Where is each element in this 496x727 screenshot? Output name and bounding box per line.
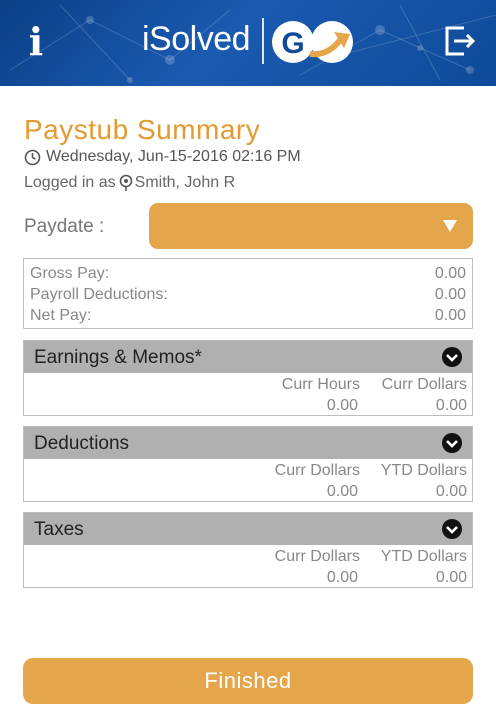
svg-text:G: G xyxy=(281,27,304,60)
earnings-section-header[interactable]: Earnings & Memos* xyxy=(24,341,472,373)
paydate-dropdown[interactable] xyxy=(149,203,473,249)
logo-text: iSolved xyxy=(142,20,251,58)
deductions-title: Deductions xyxy=(34,433,130,454)
user-name: Smith, John R xyxy=(134,174,236,191)
net-pay-row: Net Pay: 0.00 xyxy=(30,307,466,327)
deductions-col1-header: Curr Dollars xyxy=(274,462,360,479)
payroll-deductions-row: Payroll Deductions: 0.00 xyxy=(30,286,466,306)
deductions-col2-value: 0.00 xyxy=(435,483,467,500)
taxes-section: Taxes Curr Dollars YTD Dollars 0.00 0.00 xyxy=(23,512,473,588)
datetime-row: Wednesday, Jun-15-2016 02:16 PM xyxy=(24,148,301,166)
earnings-col2-value: 0.00 xyxy=(435,397,467,414)
gross-pay-label: Gross Pay: xyxy=(30,265,110,282)
chevron-down-icon[interactable] xyxy=(442,347,462,367)
taxes-col1-header: Curr Dollars xyxy=(274,548,360,565)
earnings-col2-header: Curr Dollars xyxy=(381,376,467,393)
pay-summary-box: Gross Pay: 0.00 Payroll Deductions: 0.00… xyxy=(23,258,473,329)
taxes-title: Taxes xyxy=(34,519,84,540)
taxes-col2-value: 0.00 xyxy=(435,569,467,586)
chevron-down-icon[interactable] xyxy=(442,433,462,453)
deductions-section-header[interactable]: Deductions xyxy=(24,427,472,459)
net-pay-label: Net Pay: xyxy=(30,307,92,324)
page-title: Paystub Summary xyxy=(24,114,261,145)
gross-pay-value: 0.00 xyxy=(434,265,466,282)
gross-pay-row: Gross Pay: 0.00 xyxy=(30,265,466,285)
earnings-section: Earnings & Memos* Curr Hours Curr Dollar… xyxy=(23,340,473,416)
deductions-section: Deductions Curr Dollars YTD Dollars 0.00… xyxy=(23,426,473,502)
paydate-label: Paydate : xyxy=(24,216,105,237)
logout-icon[interactable] xyxy=(442,24,478,58)
clock-icon xyxy=(24,149,41,165)
isolved-go-logo: iSolved G xyxy=(140,14,360,70)
taxes-col1-value: 0.00 xyxy=(326,569,358,586)
chevron-down-icon[interactable] xyxy=(442,519,462,539)
earnings-col1-header: Curr Hours xyxy=(281,376,360,393)
datetime-text: Wednesday, Jun-15-2016 02:16 PM xyxy=(46,148,301,165)
deductions-col2-header: YTD Dollars xyxy=(380,462,467,479)
app-header: i iSolved G xyxy=(0,0,496,86)
user-pin-icon xyxy=(119,174,132,191)
logo-divider xyxy=(262,18,264,64)
net-pay-value: 0.00 xyxy=(434,307,466,324)
taxes-section-header[interactable]: Taxes xyxy=(24,513,472,545)
logged-in-prefix: Logged in as xyxy=(24,174,116,191)
info-button[interactable]: i xyxy=(22,22,50,62)
earnings-title: Earnings & Memos* xyxy=(34,347,202,368)
finished-button[interactable]: Finished xyxy=(23,658,473,704)
dropdown-caret-icon xyxy=(443,220,457,232)
logged-in-row: Logged in as Smith, John R xyxy=(24,174,235,192)
earnings-col1-value: 0.00 xyxy=(326,397,358,414)
taxes-col2-header: YTD Dollars xyxy=(380,548,467,565)
go-logo-icon: G xyxy=(272,21,353,63)
deductions-col1-value: 0.00 xyxy=(326,483,358,500)
payroll-deductions-label: Payroll Deductions: xyxy=(30,286,168,303)
payroll-deductions-value: 0.00 xyxy=(434,286,466,303)
